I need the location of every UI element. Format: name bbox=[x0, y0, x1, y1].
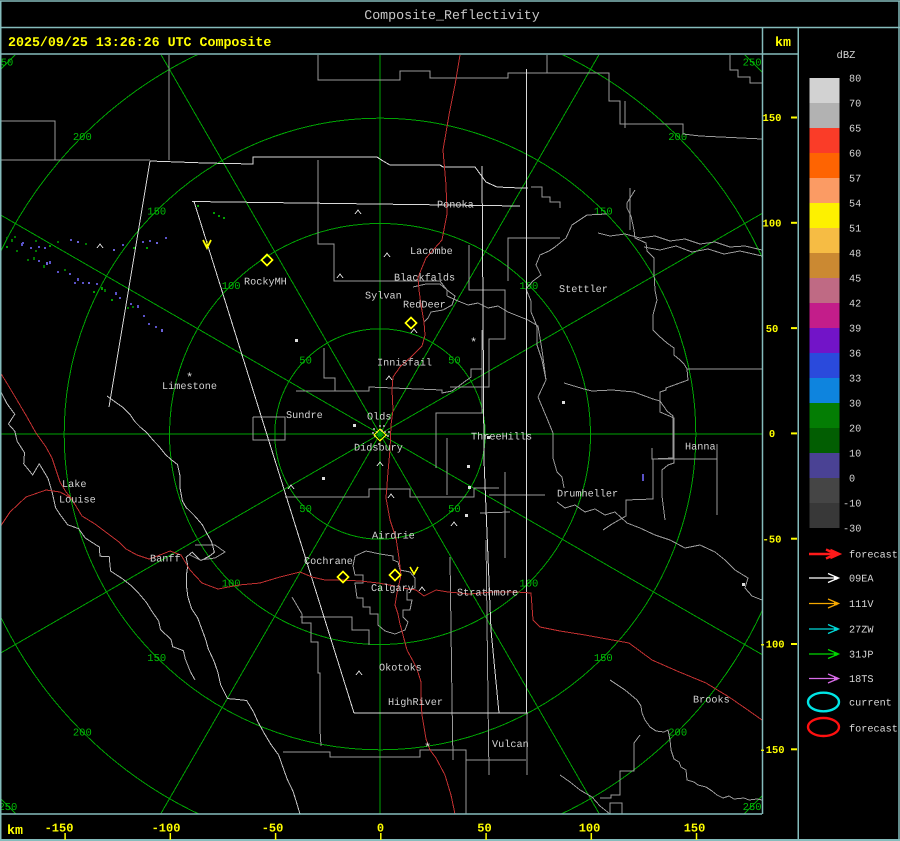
svg-text:111V: 111V bbox=[849, 600, 874, 611]
svg-text:70: 70 bbox=[849, 100, 861, 111]
svg-text:100: 100 bbox=[763, 218, 782, 230]
svg-text:ThreeHills: ThreeHills bbox=[471, 432, 532, 444]
svg-text:dBZ: dBZ bbox=[837, 50, 856, 62]
svg-text:*: * bbox=[470, 336, 477, 350]
svg-text:Louise: Louise bbox=[59, 495, 96, 507]
svg-text:Banff: Banff bbox=[150, 554, 181, 566]
svg-text:50: 50 bbox=[477, 822, 491, 836]
svg-text:Lacombe: Lacombe bbox=[410, 246, 453, 258]
svg-text:100: 100 bbox=[519, 579, 538, 591]
svg-text:20: 20 bbox=[849, 425, 861, 436]
svg-text:Strathmore: Strathmore bbox=[457, 588, 518, 600]
svg-text:65: 65 bbox=[849, 125, 861, 136]
svg-text:48: 48 bbox=[849, 250, 861, 261]
svg-text:forecast: forecast bbox=[849, 724, 898, 736]
svg-text:RockyMH: RockyMH bbox=[244, 277, 287, 289]
svg-text:Drumheller: Drumheller bbox=[557, 489, 618, 501]
svg-text:-10: -10 bbox=[843, 500, 861, 511]
svg-text:150: 150 bbox=[763, 113, 782, 125]
svg-text:50: 50 bbox=[299, 355, 312, 367]
svg-text:Composite_Reflectivity: Composite_Reflectivity bbox=[364, 8, 540, 23]
svg-text:18TS: 18TS bbox=[849, 675, 873, 686]
svg-text:2025/09/25 13:26:26 UTC Compos: 2025/09/25 13:26:26 UTC Composite bbox=[8, 35, 271, 50]
svg-text:30: 30 bbox=[849, 400, 861, 411]
svg-text:33: 33 bbox=[849, 375, 861, 386]
svg-text:Okotoks: Okotoks bbox=[379, 663, 422, 675]
svg-text:Innisfail: Innisfail bbox=[377, 358, 432, 370]
svg-text:-100: -100 bbox=[152, 822, 181, 836]
svg-text:57: 57 bbox=[849, 175, 861, 186]
svg-text:Sylvan: Sylvan bbox=[365, 291, 402, 303]
svg-text:50: 50 bbox=[299, 504, 312, 516]
svg-text:Hanna: Hanna bbox=[685, 443, 716, 454]
svg-text:0: 0 bbox=[769, 429, 775, 441]
svg-text:0: 0 bbox=[849, 475, 855, 486]
svg-text:*: * bbox=[424, 741, 431, 755]
svg-text:100: 100 bbox=[579, 822, 601, 836]
svg-text:250: 250 bbox=[743, 58, 762, 70]
svg-text:150: 150 bbox=[594, 206, 613, 218]
svg-text:Olds: Olds bbox=[367, 412, 391, 424]
svg-text:Lake: Lake bbox=[62, 479, 86, 491]
svg-text:-50: -50 bbox=[763, 534, 782, 546]
svg-text:27ZW: 27ZW bbox=[849, 626, 874, 637]
svg-text:Stettler: Stettler bbox=[559, 284, 608, 296]
svg-text:250: 250 bbox=[743, 802, 762, 814]
svg-text:80: 80 bbox=[849, 75, 861, 86]
svg-text:10: 10 bbox=[849, 450, 861, 461]
svg-text:200: 200 bbox=[73, 132, 92, 144]
svg-text:km: km bbox=[775, 35, 791, 50]
svg-text:45: 45 bbox=[849, 275, 861, 286]
svg-text:42: 42 bbox=[849, 300, 861, 311]
svg-text:Calgary: Calgary bbox=[371, 583, 414, 595]
svg-text:150: 150 bbox=[594, 653, 613, 665]
svg-text:200: 200 bbox=[668, 727, 687, 739]
svg-text:-30: -30 bbox=[843, 525, 861, 536]
svg-text:100: 100 bbox=[519, 281, 538, 293]
svg-text:54: 54 bbox=[849, 200, 861, 211]
svg-text:Blackfalds: Blackfalds bbox=[394, 273, 455, 285]
svg-text:km: km bbox=[7, 823, 23, 838]
svg-text:RedDeer: RedDeer bbox=[403, 300, 446, 312]
svg-text:150: 150 bbox=[147, 653, 166, 665]
svg-text:250: 250 bbox=[0, 58, 13, 70]
svg-text:Brooks: Brooks bbox=[693, 695, 730, 707]
svg-text:-150: -150 bbox=[759, 745, 784, 757]
svg-text:Vulcan: Vulcan bbox=[492, 739, 529, 751]
svg-text:150: 150 bbox=[147, 206, 166, 218]
svg-text:31JP: 31JP bbox=[849, 651, 873, 662]
svg-text:Didsbury: Didsbury bbox=[354, 443, 403, 455]
svg-text:forecast: forecast bbox=[849, 550, 898, 562]
svg-text:HighRiver: HighRiver bbox=[388, 697, 443, 709]
svg-text:60: 60 bbox=[849, 150, 861, 161]
svg-text:200: 200 bbox=[73, 727, 92, 739]
svg-text:09EA: 09EA bbox=[849, 575, 874, 586]
svg-text:-100: -100 bbox=[759, 640, 784, 652]
svg-text:150: 150 bbox=[684, 822, 706, 836]
svg-text:Cochrane: Cochrane bbox=[304, 556, 353, 568]
svg-text:Ponoka: Ponoka bbox=[437, 200, 474, 212]
svg-text:Airdrie: Airdrie bbox=[372, 531, 415, 543]
svg-text:-150: -150 bbox=[45, 822, 74, 836]
svg-text:50: 50 bbox=[448, 504, 461, 516]
svg-text:Limestone: Limestone bbox=[162, 381, 217, 393]
svg-text:-50: -50 bbox=[262, 822, 284, 836]
svg-text:51: 51 bbox=[849, 225, 861, 236]
svg-text:100: 100 bbox=[222, 579, 241, 591]
svg-text:Sundre: Sundre bbox=[286, 410, 323, 422]
svg-text:39: 39 bbox=[849, 325, 861, 336]
svg-text:36: 36 bbox=[849, 350, 861, 361]
svg-text:50: 50 bbox=[448, 355, 461, 367]
svg-text:100: 100 bbox=[222, 281, 241, 293]
svg-text:current: current bbox=[849, 699, 892, 710]
svg-text:250: 250 bbox=[0, 802, 17, 814]
svg-text:50: 50 bbox=[766, 324, 779, 336]
